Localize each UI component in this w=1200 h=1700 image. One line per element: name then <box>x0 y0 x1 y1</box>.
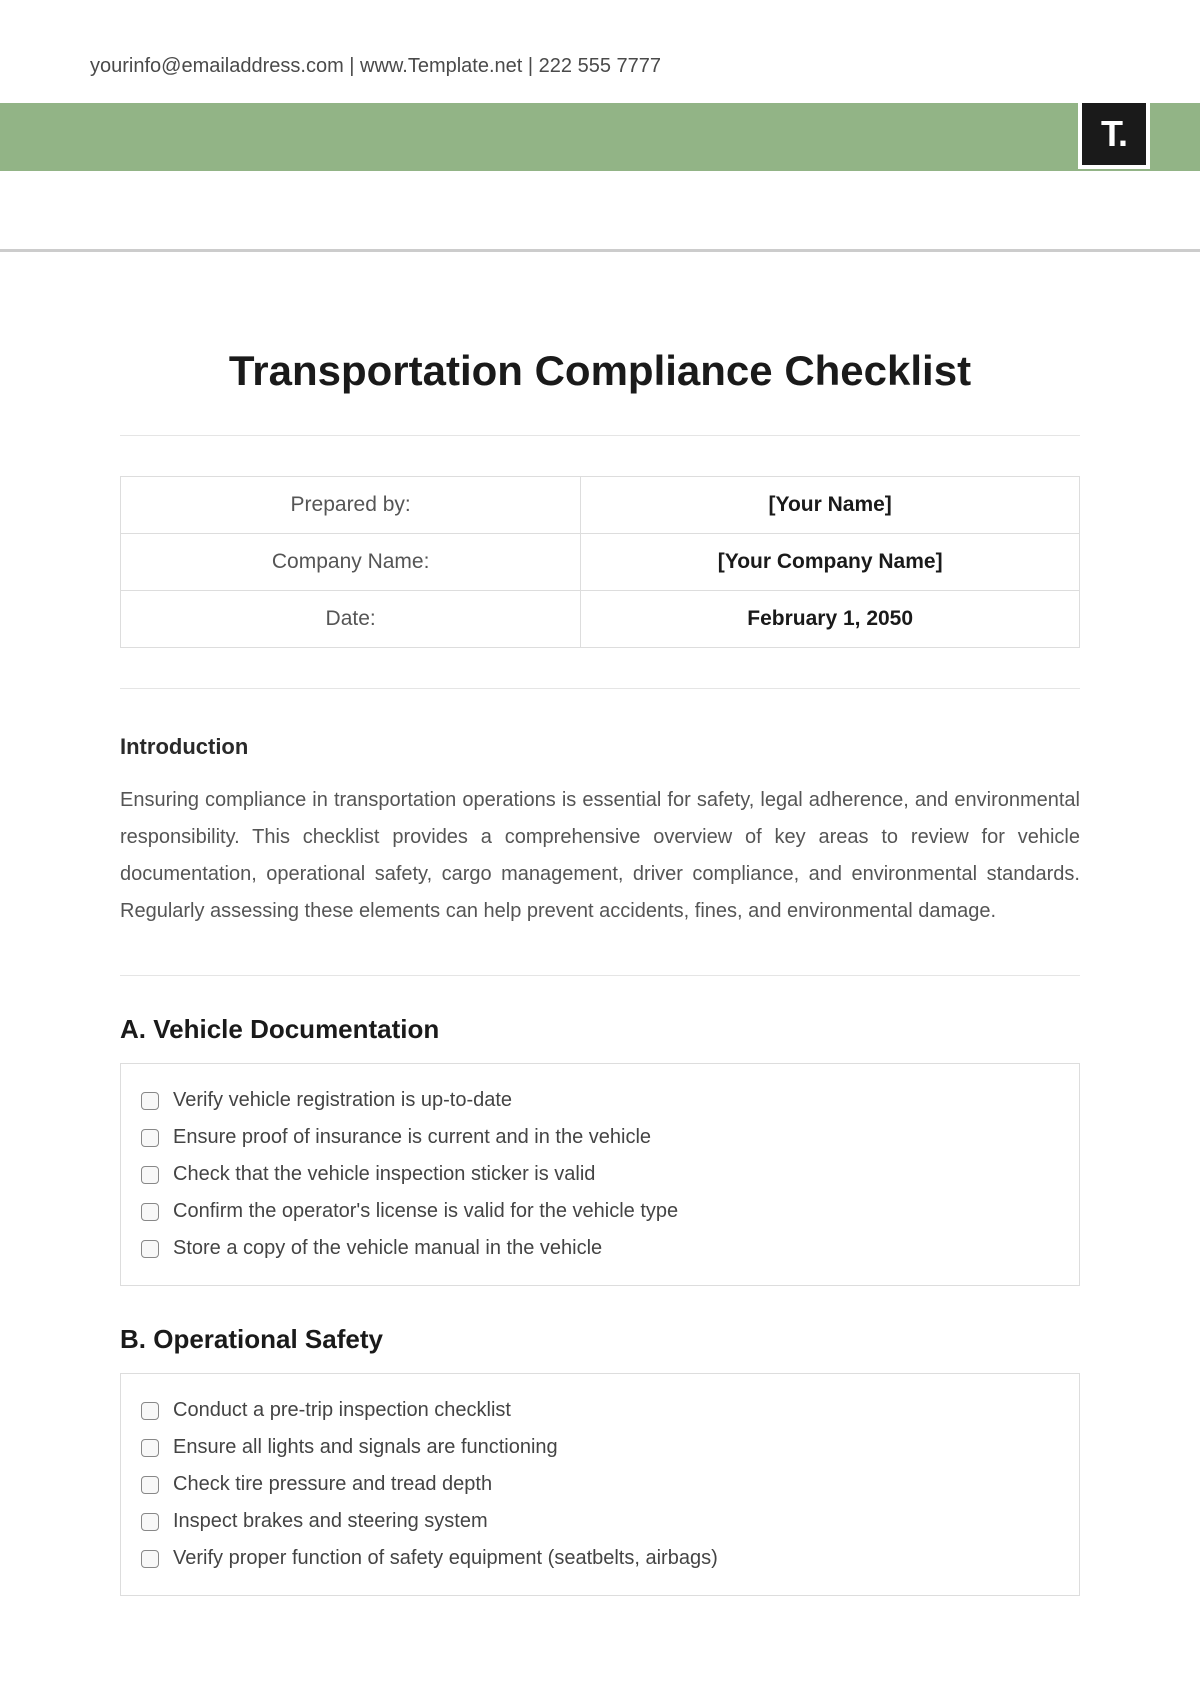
divider <box>120 975 1080 976</box>
header-contact-info: yourinfo@emailaddress.com | www.Template… <box>0 0 1200 103</box>
checklist-label: Ensure proof of insurance is current and… <box>173 1126 651 1149</box>
divider <box>120 435 1080 436</box>
checklist-item: Ensure all lights and signals are functi… <box>141 1429 1059 1466</box>
introduction-heading: Introduction <box>120 734 1080 760</box>
checklist-label: Verify proper function of safety equipme… <box>173 1547 718 1570</box>
checkbox-icon[interactable] <box>141 1240 159 1258</box>
checklist-item: Inspect brakes and steering system <box>141 1503 1059 1540</box>
checklist-item: Store a copy of the vehicle manual in th… <box>141 1230 1059 1267</box>
checkbox-icon[interactable] <box>141 1439 159 1457</box>
info-label: Date: <box>121 591 581 648</box>
checklist-item: Check that the vehicle inspection sticke… <box>141 1156 1059 1193</box>
checklist-label: Store a copy of the vehicle manual in th… <box>173 1237 602 1260</box>
checklist-label: Confirm the operator's license is valid … <box>173 1200 678 1223</box>
checklist-item: Confirm the operator's license is valid … <box>141 1193 1059 1230</box>
section-heading-a: A. Vehicle Documentation <box>120 1014 1080 1045</box>
checklist-box-b: Conduct a pre-trip inspection checklist … <box>120 1373 1080 1596</box>
checklist-label: Conduct a pre-trip inspection checklist <box>173 1399 511 1422</box>
checkbox-icon[interactable] <box>141 1476 159 1494</box>
info-table: Prepared by: [Your Name] Company Name: [… <box>120 476 1080 648</box>
banner-bar: T. <box>0 103 1200 171</box>
checkbox-icon[interactable] <box>141 1402 159 1420</box>
section-heading-b: B. Operational Safety <box>120 1324 1080 1355</box>
checklist-item: Verify proper function of safety equipme… <box>141 1540 1059 1577</box>
table-row: Date: February 1, 2050 <box>121 591 1080 648</box>
checkbox-icon[interactable] <box>141 1513 159 1531</box>
checklist-label: Check tire pressure and tread depth <box>173 1473 492 1496</box>
divider <box>120 688 1080 689</box>
checklist-box-a: Verify vehicle registration is up-to-dat… <box>120 1063 1080 1286</box>
checklist-item: Verify vehicle registration is up-to-dat… <box>141 1082 1059 1119</box>
introduction-text: Ensuring compliance in transportation op… <box>120 782 1080 930</box>
info-value: February 1, 2050 <box>581 591 1080 648</box>
info-value: [Your Name] <box>581 477 1080 534</box>
checklist-item: Check tire pressure and tread depth <box>141 1466 1059 1503</box>
checklist-item: Ensure proof of insurance is current and… <box>141 1119 1059 1156</box>
checklist-label: Ensure all lights and signals are functi… <box>173 1436 558 1459</box>
banner-right-cap <box>1165 103 1200 171</box>
checklist-label: Inspect brakes and steering system <box>173 1510 488 1533</box>
checklist-label: Verify vehicle registration is up-to-dat… <box>173 1089 512 1112</box>
logo-text: T. <box>1101 113 1127 155</box>
top-divider <box>0 249 1200 252</box>
info-label: Company Name: <box>121 534 581 591</box>
checkbox-icon[interactable] <box>141 1166 159 1184</box>
checkbox-icon[interactable] <box>141 1550 159 1568</box>
document-title: Transportation Compliance Checklist <box>120 347 1080 395</box>
checklist-label: Check that the vehicle inspection sticke… <box>173 1163 595 1186</box>
table-row: Company Name: [Your Company Name] <box>121 534 1080 591</box>
table-row: Prepared by: [Your Name] <box>121 477 1080 534</box>
logo-badge: T. <box>1078 99 1150 169</box>
info-value: [Your Company Name] <box>581 534 1080 591</box>
checklist-item: Conduct a pre-trip inspection checklist <box>141 1392 1059 1429</box>
checkbox-icon[interactable] <box>141 1129 159 1147</box>
info-label: Prepared by: <box>121 477 581 534</box>
checkbox-icon[interactable] <box>141 1092 159 1110</box>
checkbox-icon[interactable] <box>141 1203 159 1221</box>
